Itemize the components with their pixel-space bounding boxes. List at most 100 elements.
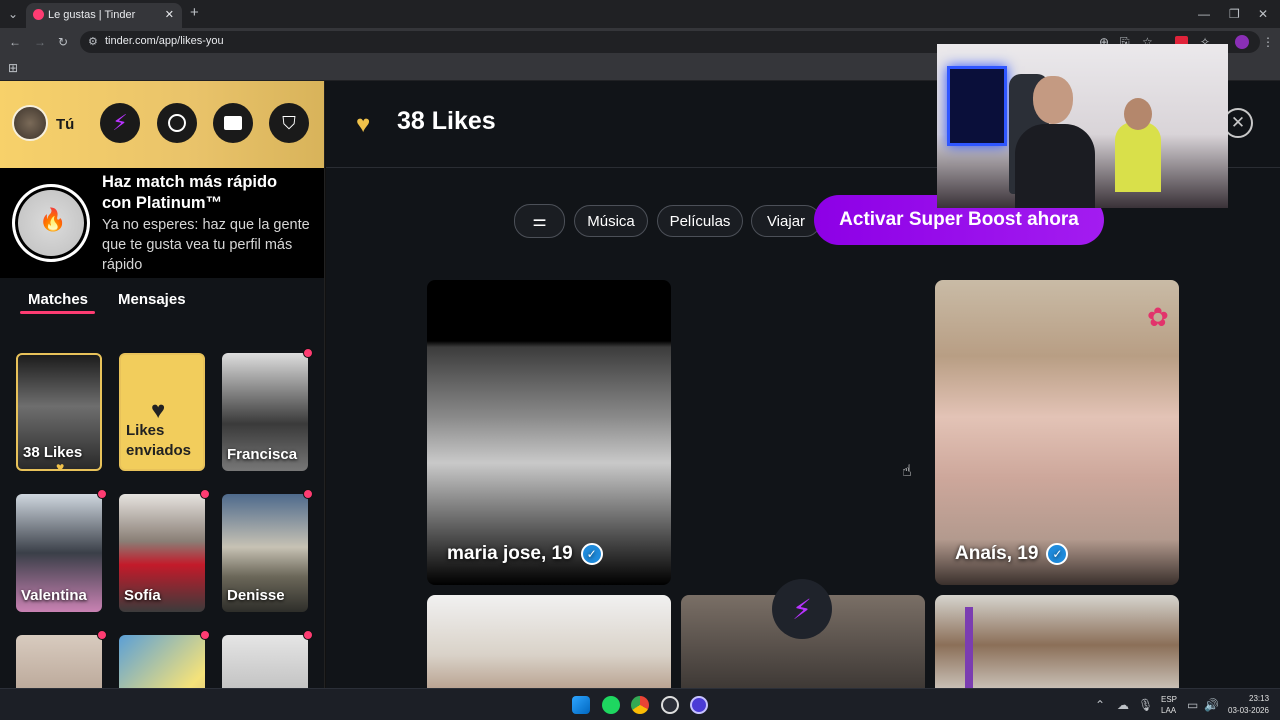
boost-float-button[interactable]: ⚡ xyxy=(772,579,832,639)
clock-date[interactable]: 03-03-2026 xyxy=(1228,706,1269,715)
new-match-dot xyxy=(97,489,107,499)
person-main xyxy=(1015,124,1095,208)
new-match-dot xyxy=(303,348,313,358)
user-avatar[interactable] xyxy=(12,105,48,141)
verified-check-icon: ✓ xyxy=(580,543,603,565)
safety-button[interactable]: ⛉ xyxy=(269,103,309,143)
close-tab-icon[interactable]: ✕ xyxy=(165,8,174,21)
person-second-head xyxy=(1124,98,1152,130)
mirror-frame xyxy=(965,607,973,688)
profile-card[interactable]: ✿ Anaís, 19 ✓ xyxy=(935,280,1179,585)
new-tab-icon[interactable]: + xyxy=(190,5,199,20)
card-label: Denisse xyxy=(227,587,285,604)
new-match-dot xyxy=(97,630,107,640)
lang-bottom[interactable]: LAA xyxy=(1161,706,1176,715)
chrome-icon[interactable] xyxy=(631,696,649,714)
profile-name: maria jose, 19 ✓ xyxy=(447,543,603,565)
new-match-dot xyxy=(200,630,210,640)
compass-icon xyxy=(168,114,186,132)
likes-card[interactable]: 38 Likes ♥ xyxy=(16,353,102,471)
lang-top[interactable]: ESP xyxy=(1161,695,1177,704)
filter-button[interactable]: ⚌ xyxy=(514,204,565,238)
windows-start-icon[interactable] xyxy=(572,696,590,714)
reload-icon[interactable]: ↻ xyxy=(58,35,68,49)
tab-search-icon[interactable]: ⌄ xyxy=(8,7,18,21)
match-card[interactable] xyxy=(16,635,102,688)
match-card[interactable]: Denisse xyxy=(222,494,308,612)
person-second xyxy=(1115,122,1161,192)
sidebar-header: Tú ⚡ ⛉ xyxy=(0,81,324,168)
match-card[interactable] xyxy=(222,635,308,688)
close-window-icon[interactable]: ✕ xyxy=(1258,7,1268,21)
webcam-overlay xyxy=(937,44,1228,208)
minimize-icon[interactable]: — xyxy=(1198,7,1210,21)
profile-card[interactable] xyxy=(935,595,1179,688)
back-icon[interactable]: ← xyxy=(9,35,21,49)
new-match-dot xyxy=(200,489,210,499)
flower-icon: ✿ xyxy=(1147,302,1169,332)
chip-movies[interactable]: Películas xyxy=(657,205,743,237)
explore-button[interactable] xyxy=(157,103,197,143)
tab-matches-underline xyxy=(20,311,95,314)
profile-card[interactable]: maria jose, 19 ✓ xyxy=(427,280,671,585)
browser-tab[interactable]: Le gustas | Tinder ✕ xyxy=(26,3,182,28)
match-card[interactable] xyxy=(119,635,205,688)
briefcase-icon xyxy=(224,116,242,130)
forward-icon[interactable]: → xyxy=(34,35,46,49)
boost-button[interactable]: ⚡ xyxy=(100,103,140,143)
obs-icon[interactable] xyxy=(661,696,679,714)
profile-avatar-icon[interactable] xyxy=(1235,35,1249,49)
platinum-promo[interactable]: 🔥 Haz match más rápido con Platinum™ Ya … xyxy=(0,168,324,278)
flame-icon: 🔥 xyxy=(39,207,67,232)
mic-icon[interactable]: 🎙 xyxy=(1138,698,1153,712)
person-main-head xyxy=(1033,76,1073,124)
promo-title: Haz match más rápido con Platinum™ xyxy=(102,173,278,212)
match-card[interactable]: Sofía xyxy=(119,494,205,612)
likes-sent-card[interactable]: ♥ Likes enviados xyxy=(119,353,205,471)
verified-check-icon: ✓ xyxy=(1046,543,1069,565)
promo-subtitle: Ya no esperes: haz que la gente que te g… xyxy=(102,217,310,273)
apps-grid-icon[interactable]: ⊞ xyxy=(8,61,18,75)
tab-messages[interactable]: Mensajes xyxy=(118,291,186,308)
pc-case xyxy=(947,66,1007,146)
tab-title: Le gustas | Tinder xyxy=(48,9,136,21)
spotify-icon[interactable] xyxy=(602,696,620,714)
lightning-icon: ⚡ xyxy=(112,110,128,135)
likes-title: 38 Likes xyxy=(397,107,496,135)
card-label: 38 Likes xyxy=(23,444,83,461)
gold-heart-icon: ♥ xyxy=(56,459,65,471)
new-match-dot xyxy=(303,630,313,640)
app-icon[interactable] xyxy=(690,696,708,714)
chip-music[interactable]: Música xyxy=(574,205,648,237)
new-match-dot xyxy=(303,489,313,499)
tinder-favicon-icon xyxy=(33,9,44,20)
card-label: Likes enviados xyxy=(126,422,192,459)
profile-name-text: maria jose, 19 xyxy=(447,543,573,564)
browser-tab-bar: ⌄ Le gustas | Tinder ✕ + — ❐ ✕ xyxy=(0,0,1280,28)
card-label: Francisca xyxy=(227,446,298,463)
profile-name-text: Anaís, 19 xyxy=(955,543,1039,564)
clock-time[interactable]: 23:13 xyxy=(1249,694,1269,703)
volume-icon[interactable]: 🔊 xyxy=(1204,698,1219,712)
profile-card[interactable] xyxy=(427,595,671,688)
store-button[interactable] xyxy=(213,103,253,143)
chip-travel[interactable]: Viajar xyxy=(751,205,821,237)
profile-name: Anaís, 19 ✓ xyxy=(955,543,1069,565)
match-card[interactable]: Valentina xyxy=(16,494,102,612)
sidebar: Tú ⚡ ⛉ 🔥 Haz match más rápido con Platin… xyxy=(0,81,325,688)
card-label: Valentina xyxy=(21,587,87,604)
restore-icon[interactable]: ❐ xyxy=(1229,7,1240,21)
site-info-icon[interactable]: ⚙ xyxy=(88,35,98,48)
card-label: Sofía xyxy=(124,587,161,604)
network-icon[interactable]: ▭ xyxy=(1187,698,1198,712)
lightning-icon: ⚡ xyxy=(792,593,812,625)
menu-kebab-icon[interactable]: ⋮ xyxy=(1262,35,1274,49)
user-label[interactable]: Tú xyxy=(56,116,74,133)
gold-hearts-icon: ♥ xyxy=(356,111,371,138)
tray-chevron-icon[interactable]: ⌃ xyxy=(1095,698,1105,712)
shield-icon: ⛉ xyxy=(282,112,296,133)
match-card[interactable]: Francisca xyxy=(222,353,308,471)
tab-matches[interactable]: Matches xyxy=(28,291,88,308)
tray-app-icon[interactable]: ☁ xyxy=(1117,698,1129,712)
url-text: tinder.com/app/likes-you xyxy=(105,35,224,47)
